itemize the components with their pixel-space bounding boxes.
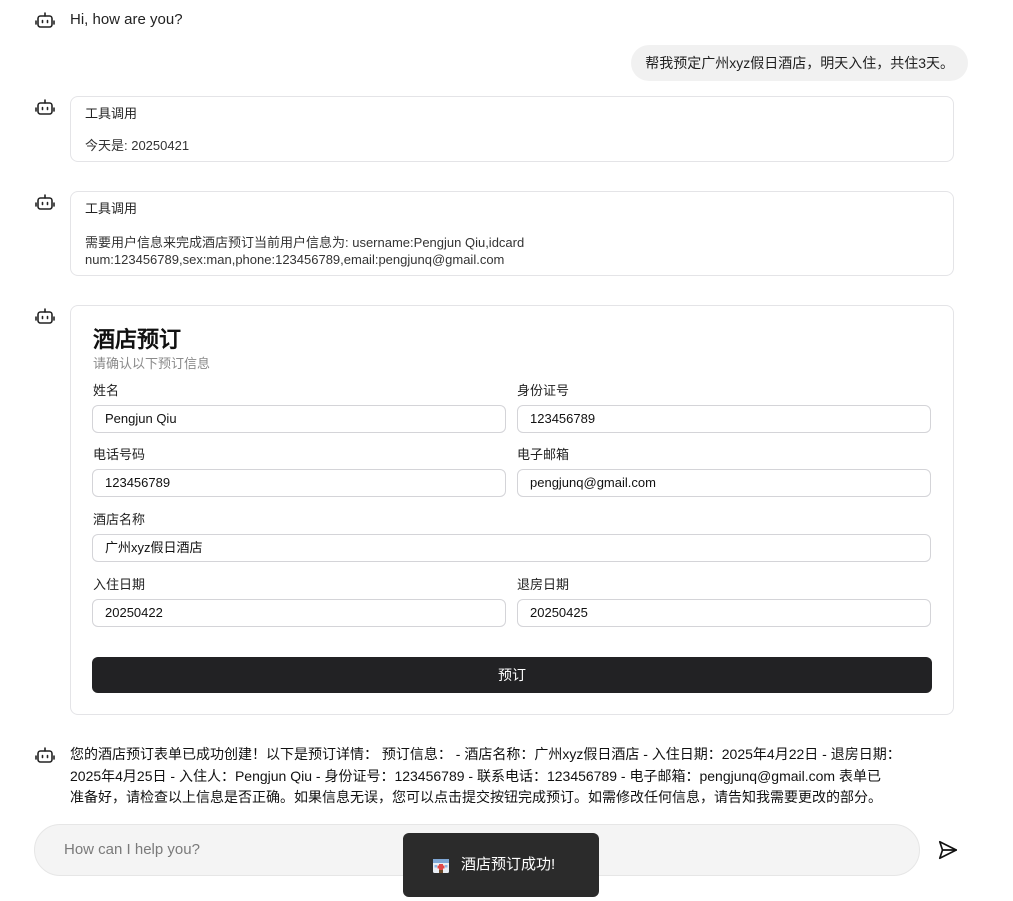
id-number-input[interactable]: 123456789 <box>517 405 931 433</box>
hotel-name-label: 酒店名称 <box>93 512 146 527</box>
tool-call-title: 工具调用 <box>85 106 138 121</box>
phone-input[interactable]: 123456789 <box>92 469 506 497</box>
phone-label: 电话号码 <box>93 447 146 462</box>
robot-icon <box>35 97 55 117</box>
assistant-summary-message: 您的酒店预订表单已成功创建！以下是预订详情： 预订信息： - 酒店名称：广州xy… <box>70 744 950 809</box>
id-number-label: 身份证号 <box>517 383 570 398</box>
tool-call-card: 工具调用 需要用户信息来完成酒店预订当前用户信息为: username:Peng… <box>70 191 954 276</box>
tool-call-result: 今天是: 20250421 <box>85 138 190 153</box>
email-label: 电子邮箱 <box>517 447 570 462</box>
success-toast: 酒店预订成功! <box>403 833 599 897</box>
name-input[interactable]: Pengjun Qiu <box>92 405 506 433</box>
hotel-icon <box>431 855 451 875</box>
form-title: 酒店预订 <box>93 327 182 352</box>
tool-call-result-line: num:123456789,sex:man,phone:123456789,em… <box>85 252 505 267</box>
form-subtitle: 请确认以下预订信息 <box>93 356 211 371</box>
robot-icon <box>35 306 55 326</box>
robot-icon <box>35 745 55 765</box>
checkin-date-input[interactable]: 20250422 <box>92 599 506 627</box>
hotel-name-input[interactable]: 广州xyz假日酒店 <box>92 534 931 562</box>
tool-call-result: 需要用户信息来完成酒店预订当前用户信息为: username:Pengjun Q… <box>85 234 939 268</box>
robot-icon <box>35 192 55 212</box>
robot-icon <box>35 10 55 30</box>
send-icon[interactable] <box>937 839 959 861</box>
summary-line: 准备好，请检查以上信息是否正确。如果信息无误，您可以点击提交按钮完成预订。如需修… <box>70 789 882 805</box>
email-input[interactable]: pengjunq@gmail.com <box>517 469 931 497</box>
checkout-date-input[interactable]: 20250425 <box>517 599 931 627</box>
assistant-greeting: Hi, how are you? <box>70 11 183 28</box>
tool-call-result-line: 需要用户信息来完成酒店预订当前用户信息为: username:Pengjun Q… <box>85 235 525 250</box>
toast-message: 酒店预订成功! <box>461 856 556 873</box>
tool-call-card: 工具调用 今天是: 20250421 <box>70 96 954 162</box>
book-button[interactable]: 预订 <box>92 657 932 693</box>
tool-call-title: 工具调用 <box>85 201 138 216</box>
summary-line: 2025年4月25日 - 入住人：Pengjun Qiu - 身份证号：1234… <box>70 767 881 784</box>
hotel-booking-form: 酒店预订 请确认以下预订信息 姓名 Pengjun Qiu 身份证号 12345… <box>70 305 954 715</box>
checkout-date-label: 退房日期 <box>517 577 570 592</box>
checkin-date-label: 入住日期 <box>93 577 146 592</box>
user-message: 帮我预定广州xyz假日酒店，明天入住，共住3天。 <box>631 45 968 81</box>
name-label: 姓名 <box>93 383 120 398</box>
summary-line: 您的酒店预订表单已成功创建！以下是预订详情： 预订信息： - 酒店名称：广州xy… <box>70 746 901 762</box>
